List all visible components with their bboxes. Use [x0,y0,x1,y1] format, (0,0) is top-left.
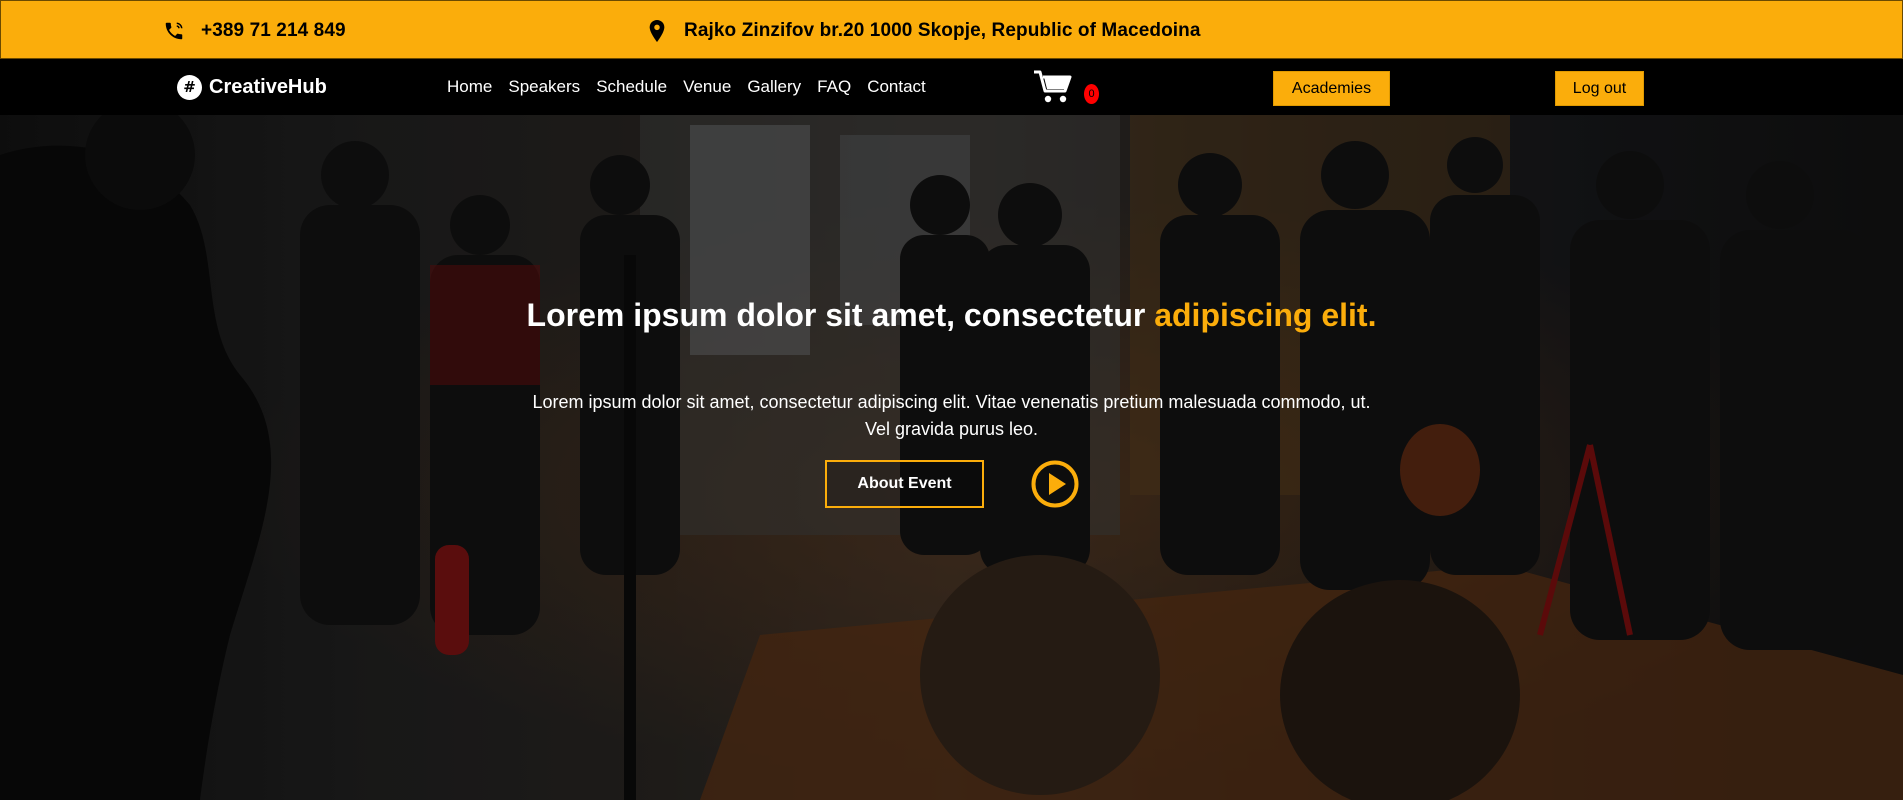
cart-count-badge: 0 [1084,84,1099,104]
brand-logo[interactable]: # CreativeHub [177,59,327,115]
brand-name: CreativeHub [209,75,327,98]
main-navbar: # CreativeHub Home Speakers Schedule Ven… [0,59,1903,115]
hero-title-main: Lorem ipsum dolor sit amet, consectetur [526,297,1146,333]
address-info: Rajko Zinzifov br.20 1000 Skopje, Republ… [645,1,1201,60]
shopping-cart-icon[interactable] [1033,69,1083,105]
map-pin-icon [645,19,669,43]
academies-button[interactable]: Academies [1273,71,1390,106]
hero-subtitle: Lorem ipsum dolor sit amet, consectetur … [532,392,1371,439]
nav-link-venue[interactable]: Venue [683,77,731,97]
phone-icon [162,19,186,43]
phone-info: +389 71 214 849 [162,1,346,60]
address-text: Rajko Zinzifov br.20 1000 Skopje, Republ… [684,19,1201,41]
hashtag-logo-icon: # [177,74,202,100]
nav-link-home[interactable]: Home [447,77,492,97]
contact-info-bar: +389 71 214 849 Rajko Zinzifov br.20 100… [0,0,1903,59]
play-circle-icon[interactable] [1031,460,1079,508]
nav-link-gallery[interactable]: Gallery [747,77,801,97]
hero-title-accent: adipiscing elit. [1154,297,1377,333]
nav-link-schedule[interactable]: Schedule [596,77,667,97]
hero-dark-overlay [0,115,1903,800]
hero-title: Lorem ipsum dolor sit amet, consectetur … [480,295,1423,335]
nav-links: Home Speakers Schedule Venue Gallery FAQ… [447,59,926,115]
phone-number: +389 71 214 849 [201,19,346,41]
hero-section: Lorem ipsum dolor sit amet, consectetur … [0,115,1903,800]
about-event-button[interactable]: About Event [825,460,984,508]
nav-link-faq[interactable]: FAQ [817,77,851,97]
nav-link-contact[interactable]: Contact [867,77,926,97]
nav-link-speakers[interactable]: Speakers [508,77,580,97]
logout-button[interactable]: Log out [1555,71,1644,106]
